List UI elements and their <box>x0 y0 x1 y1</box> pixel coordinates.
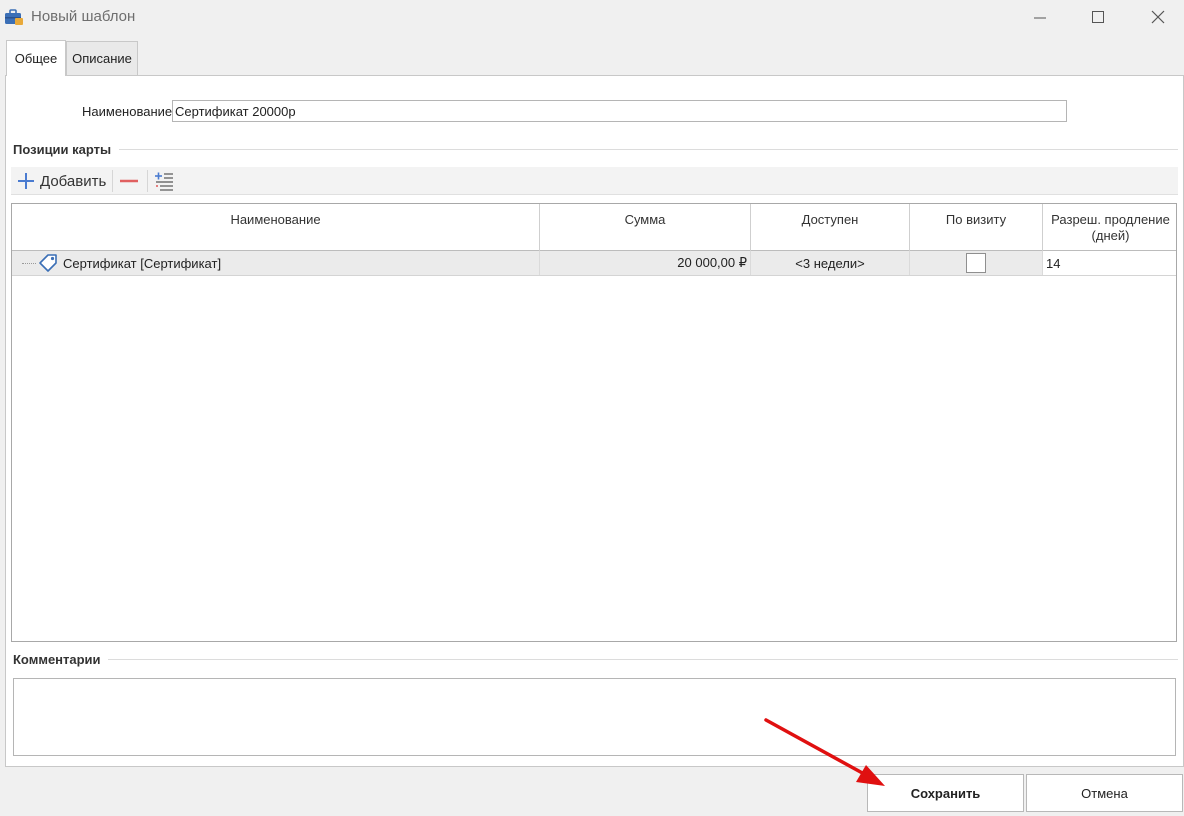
column-header-available[interactable]: Доступен <box>751 204 910 251</box>
maximize-icon <box>1092 11 1104 23</box>
tag-icon <box>39 254 57 272</box>
maximize-button[interactable] <box>1078 4 1118 30</box>
cell-extension[interactable]: 14 <box>1043 251 1176 275</box>
per-visit-checkbox[interactable] <box>966 253 986 273</box>
position-available: <3 недели> <box>795 255 865 271</box>
close-button[interactable] <box>1138 4 1178 30</box>
add-position-button[interactable]: Добавить <box>14 170 109 192</box>
title-bar: Новый шаблон <box>0 0 1184 34</box>
name-input[interactable] <box>172 100 1067 122</box>
tab-general[interactable]: Общее <box>6 40 66 76</box>
plus-icon <box>18 173 34 189</box>
position-extension-days: 14 <box>1046 255 1061 271</box>
expand-list-icon <box>155 172 173 191</box>
cell-per-visit[interactable] <box>910 251 1043 275</box>
toolbar-separator <box>112 170 113 192</box>
tab-description[interactable]: Описание <box>66 41 138 75</box>
column-header-name[interactable]: Наименование <box>12 204 540 251</box>
minimize-icon <box>1034 17 1046 19</box>
column-header-per-visit[interactable]: По визиту <box>910 204 1043 251</box>
minus-icon <box>120 179 138 183</box>
position-sum: 20 000,00 ₽ <box>677 255 747 270</box>
positions-toolbar: Добавить <box>11 167 1178 195</box>
cell-available[interactable]: <3 недели> <box>751 251 910 275</box>
minimize-button[interactable] <box>1020 4 1060 30</box>
toolbar-separator <box>147 170 148 192</box>
expand-list-button[interactable] <box>152 169 176 193</box>
close-icon <box>1151 10 1165 24</box>
column-header-sum[interactable]: Сумма <box>540 204 751 251</box>
cell-name[interactable]: Сертификат [Сертификат] <box>12 251 540 275</box>
save-button[interactable]: Сохранить <box>867 774 1024 812</box>
positions-grid: Наименование Сумма Доступен По визиту Ра… <box>11 203 1177 642</box>
window-title: Новый шаблон <box>31 8 136 25</box>
cell-sum[interactable]: 20 000,00 ₽ <box>540 251 751 275</box>
table-row[interactable]: Сертификат [Сертификат] 20 000,00 ₽ <3 н… <box>12 251 1176 276</box>
remove-position-button[interactable] <box>117 170 141 192</box>
name-label: Наименование: <box>82 104 176 119</box>
grid-header: Наименование Сумма Доступен По визиту Ра… <box>12 204 1176 251</box>
cancel-button[interactable]: Отмена <box>1026 774 1183 812</box>
comments-divider <box>108 659 1178 660</box>
add-position-label: Добавить <box>40 172 107 190</box>
comments-header: Комментарии <box>13 652 101 667</box>
positions-divider <box>119 149 1178 150</box>
position-name: Сертификат [Сертификат] <box>63 255 222 271</box>
tree-connector <box>22 263 36 264</box>
comments-textarea[interactable] <box>13 678 1176 756</box>
briefcase-icon <box>5 9 23 25</box>
positions-header: Позиции карты <box>13 142 112 157</box>
column-header-extension[interactable]: Разреш. продление (дней) <box>1043 204 1176 251</box>
